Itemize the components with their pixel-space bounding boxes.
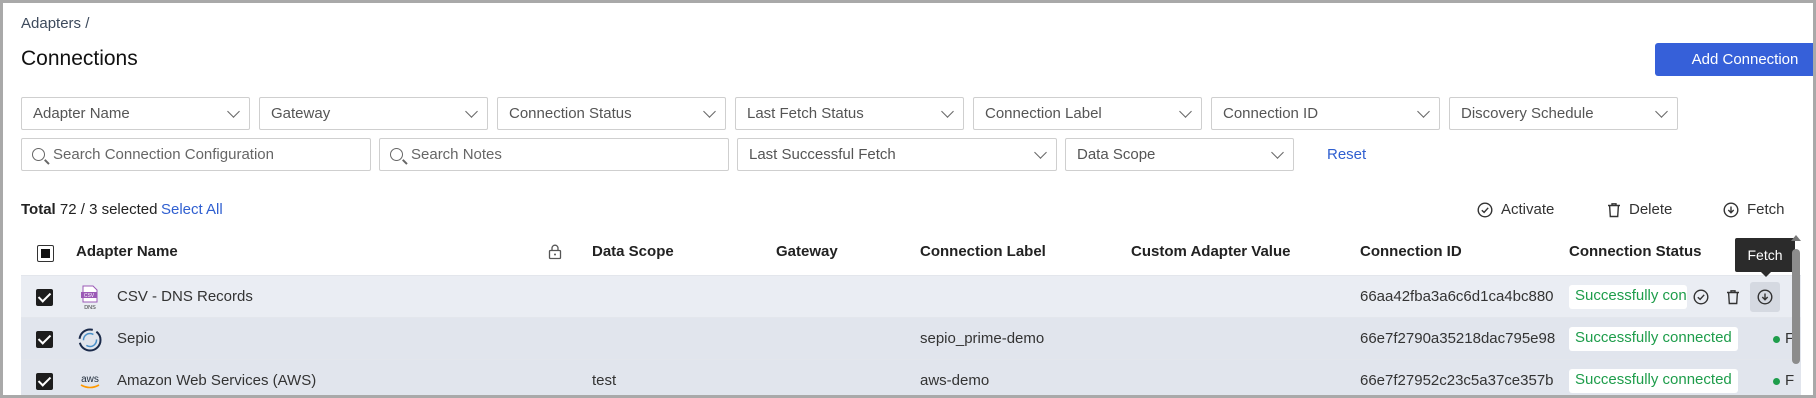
connection-label-value: aws-demo <box>920 372 990 389</box>
delete-button[interactable]: Delete <box>1607 201 1672 218</box>
activate-row-button[interactable] <box>1686 282 1716 312</box>
csv-dns-icon: CSV DNS <box>77 285 103 311</box>
last-fetch-status-filter-label: Last Fetch Status <box>747 105 864 122</box>
connection-id-filter-label: Connection ID <box>1223 105 1319 122</box>
search-notes-input[interactable] <box>411 146 718 163</box>
sepio-icon <box>77 327 103 353</box>
chevron-down-icon <box>703 104 716 118</box>
download-circle-icon <box>1723 201 1739 218</box>
activate-label: Activate <box>1501 201 1555 218</box>
aws-icon: aws <box>77 369 103 395</box>
column-connection-label[interactable]: Connection Label <box>920 243 1046 260</box>
fetch-row-button[interactable] <box>1750 282 1780 312</box>
data-scope-filter[interactable]: Data Scope <box>1065 138 1294 171</box>
connection-id-value: 66aa42fba3a6c6d1ca4bc880 <box>1360 288 1554 305</box>
data-scope-filter-label: Data Scope <box>1077 146 1156 163</box>
delete-label: Delete <box>1629 201 1673 218</box>
status-badge: Successfully connected <box>1569 369 1738 393</box>
breadcrumb[interactable]: Adapters / <box>21 15 89 32</box>
csv-logo-text: CSV <box>84 293 95 299</box>
table-row[interactable]: CSV DNS CSV - DNS Records 66aa42fba3a6c6… <box>21 275 1801 317</box>
lock-icon <box>548 244 562 264</box>
column-custom-adapter-value[interactable]: Custom Adapter Value <box>1131 243 1290 260</box>
gateway-filter-label: Gateway <box>271 105 331 122</box>
column-gateway[interactable]: Gateway <box>776 243 838 260</box>
total-label: Total <box>21 201 56 218</box>
row-checkbox[interactable] <box>36 331 53 348</box>
dns-logo-text: DNS <box>84 305 96 311</box>
column-data-scope[interactable]: Data Scope <box>592 243 674 260</box>
chevron-down-icon <box>465 104 478 118</box>
connection-status-filter-label: Connection Status <box>509 105 632 122</box>
fetch-tooltip: Fetch <box>1735 238 1795 277</box>
table-header: Adapter Name Data Scope Gateway Connecti… <box>21 233 1801 275</box>
download-circle-icon <box>1757 289 1773 305</box>
trash-icon <box>1727 290 1739 305</box>
selection-summary: Total 72 / 3 selected <box>21 201 157 218</box>
connections-page: Adapters / Connections Add Connection Ad… <box>0 0 1816 398</box>
add-connection-button[interactable]: Add Connection <box>1655 43 1813 76</box>
chevron-down-icon <box>941 104 954 118</box>
adapter-name-filter[interactable]: Adapter Name <box>21 97 250 130</box>
activate-button[interactable]: Activate <box>1477 201 1554 218</box>
fetch-status-dot <box>1773 378 1780 385</box>
delete-row-button[interactable] <box>1718 282 1748 312</box>
table-row[interactable]: aws Amazon Web Services (AWS) test aws-d… <box>21 359 1801 395</box>
gateway-filter[interactable]: Gateway <box>259 97 488 130</box>
row-checkbox[interactable] <box>36 289 53 306</box>
select-all-checkbox[interactable] <box>37 245 54 262</box>
adapter-name[interactable]: CSV - DNS Records <box>117 288 253 305</box>
discovery-schedule-filter-label: Discovery Schedule <box>1461 105 1594 122</box>
adapter-name[interactable]: Sepio <box>117 330 155 347</box>
search-notes-field[interactable] <box>379 138 729 171</box>
search-configuration-input[interactable] <box>53 146 360 163</box>
chevron-down-icon <box>1179 104 1192 118</box>
status-badge: Successfully connected <box>1569 285 1687 309</box>
chevron-down-icon <box>1655 104 1668 118</box>
last-fetch-status-filter[interactable]: Last Fetch Status <box>735 97 964 130</box>
adapter-name-filter-label: Adapter Name <box>33 105 130 122</box>
fetch-button[interactable]: Fetch <box>1723 201 1785 218</box>
last-successful-fetch-filter-label: Last Successful Fetch <box>749 146 896 163</box>
search-icon <box>390 148 403 161</box>
vertical-scrollbar[interactable] <box>1791 235 1801 395</box>
select-all-link[interactable]: Select All <box>161 201 223 218</box>
page-title: Connections <box>21 47 138 70</box>
connection-label-filter-label: Connection Label <box>985 105 1102 122</box>
status-badge: Successfully connected <box>1569 327 1738 351</box>
connection-id-value: 66e7f2790a35218dac795e98 <box>1360 330 1556 347</box>
scroll-thumb[interactable] <box>1792 249 1800 364</box>
connection-id-filter[interactable]: Connection ID <box>1211 97 1440 130</box>
connection-status-filter[interactable]: Connection Status <box>497 97 726 130</box>
chevron-down-icon <box>1271 145 1284 159</box>
connection-label-filter[interactable]: Connection Label <box>973 97 1202 130</box>
total-count: 72 / 3 selected <box>59 201 158 218</box>
last-successful-fetch-filter[interactable]: Last Successful Fetch <box>737 138 1057 171</box>
aws-logo-text: aws <box>81 374 99 385</box>
fetch-label: Fetch <box>1747 201 1785 218</box>
discovery-schedule-filter[interactable]: Discovery Schedule <box>1449 97 1678 130</box>
search-icon <box>32 148 45 161</box>
check-circle-icon <box>1693 289 1709 305</box>
connection-label-value: sepio_prime-demo <box>920 330 1045 347</box>
reset-filters-link[interactable]: Reset <box>1327 146 1366 163</box>
chevron-down-icon <box>227 104 240 118</box>
check-circle-icon <box>1477 201 1493 218</box>
scroll-up-arrow-icon[interactable] <box>1791 235 1801 241</box>
row-checkbox[interactable] <box>36 373 53 390</box>
chevron-down-icon <box>1417 104 1430 118</box>
adapter-name[interactable]: Amazon Web Services (AWS) <box>117 372 316 389</box>
search-configuration-field[interactable] <box>21 138 371 171</box>
fetch-status-dot <box>1773 336 1780 343</box>
connection-id-value: 66e7f27952c23c5a37ce357b <box>1360 372 1554 389</box>
column-connection-id[interactable]: Connection ID <box>1360 243 1462 260</box>
column-connection-status[interactable]: Connection Status <box>1569 243 1702 260</box>
column-adapter-name[interactable]: Adapter Name <box>76 243 178 260</box>
chevron-down-icon <box>1034 145 1047 159</box>
data-scope-value: test <box>592 372 617 389</box>
table-row[interactable]: Sepio sepio_prime-demo 66e7f2790a35218da… <box>21 317 1801 359</box>
trash-icon <box>1607 202 1621 218</box>
